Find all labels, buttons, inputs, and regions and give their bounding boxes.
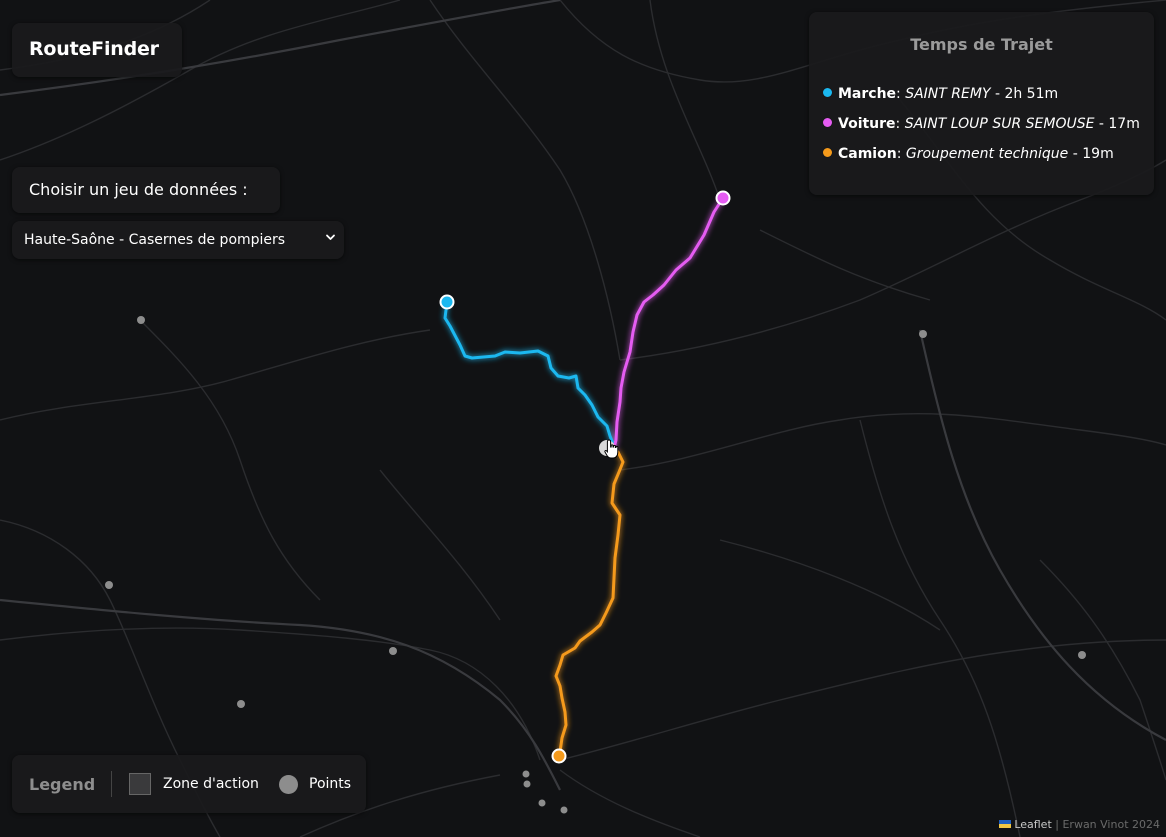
walk-destination-marker[interactable] [439, 294, 455, 310]
travel-destination: Groupement technique [905, 146, 1073, 162]
travel-mode: Marche [838, 86, 897, 102]
hand-cursor-icon [604, 439, 619, 459]
legend-title: Legend [29, 775, 96, 794]
travel-duration: - 19m [1072, 146, 1114, 162]
travel-row-truck: Camion: Groupement technique - 19m [823, 146, 1114, 162]
truck-dot-icon [823, 148, 832, 157]
legend-panel: Legend Zone d'action Points [12, 755, 366, 813]
attribution-separator: | [1051, 818, 1063, 831]
walk-dot-icon [823, 88, 832, 97]
travel-row-car: Voiture: SAINT LOUP SUR SEMOUSE - 17m [823, 116, 1140, 132]
ukraine-flag-icon [999, 820, 1012, 828]
travel-row-walk: Marche: SAINT REMY - 2h 51m [823, 86, 1058, 102]
dataset-select[interactable]: Haute-Saône - Casernes de pompiers [12, 221, 344, 259]
travel-time-panel: Temps de Trajet Marche: SAINT REMY - 2h … [809, 12, 1154, 195]
dataset-select-value: Haute-Saône - Casernes de pompiers [24, 232, 286, 248]
legend-points-label: Points [309, 776, 352, 792]
brand-panel: RouteFinder [12, 23, 182, 77]
travel-duration: - 2h 51m [990, 86, 1059, 102]
travel-duration: - 17m [1094, 116, 1140, 132]
zone-square-icon [129, 773, 151, 795]
truck-destination-marker[interactable] [551, 748, 567, 764]
points-circle-icon [279, 775, 298, 794]
dataset-label: Choisir un jeu de données : [29, 180, 248, 199]
travel-time-title: Temps de Trajet [910, 35, 1053, 54]
travel-mode: Voiture [838, 116, 896, 132]
leaflet-link[interactable]: Leaflet [1014, 818, 1051, 831]
car-destination-marker[interactable] [715, 190, 731, 206]
app-title: RouteFinder [29, 38, 159, 60]
legend-zone-label: Zone d'action [163, 776, 259, 792]
attribution-credit: Erwan Vinot 2024 [1062, 818, 1160, 831]
travel-destination: SAINT LOUP SUR SEMOUSE [904, 116, 1095, 132]
car-dot-icon [823, 118, 832, 127]
dataset-label-panel: Choisir un jeu de données : [12, 167, 280, 213]
chevron-down-icon [326, 234, 335, 240]
travel-mode: Camion [838, 146, 897, 162]
map-attribution: Leaflet | Erwan Vinot 2024 [999, 818, 1160, 831]
legend-divider [111, 771, 112, 797]
travel-destination: SAINT REMY [905, 86, 991, 102]
